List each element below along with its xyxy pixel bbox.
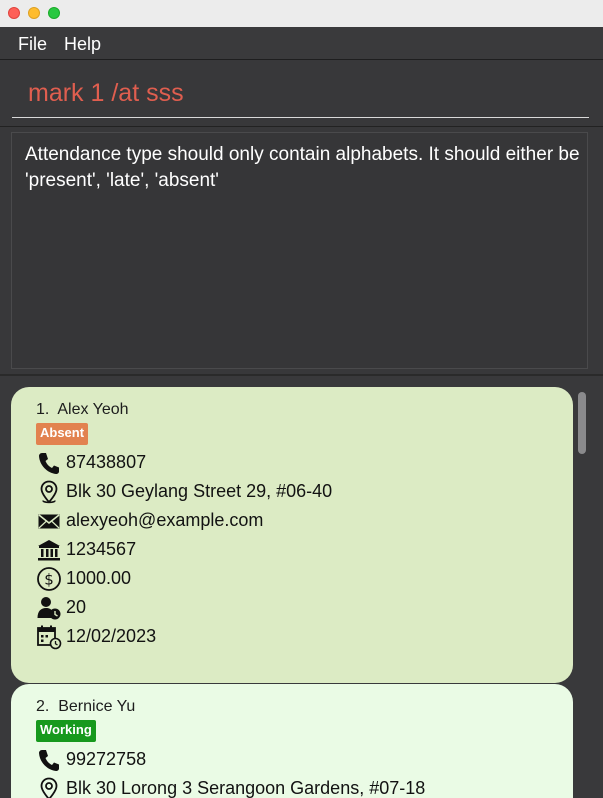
person-name: 2. Bernice Yu xyxy=(36,698,135,716)
attendance-badge: Working xyxy=(36,720,96,742)
person-index: 2. xyxy=(36,698,50,715)
attendance-badge: Absent xyxy=(36,423,89,445)
command-input[interactable]: mark 1 /at sss xyxy=(12,68,589,118)
person-name: 1. Alex Yeoh xyxy=(36,401,129,419)
close-window-button[interactable] xyxy=(8,7,20,19)
result-message: Attendance type should only contain alph… xyxy=(25,144,580,191)
command-input-text: mark 1 /at sss xyxy=(28,79,184,107)
window-titlebar xyxy=(0,0,603,27)
address-value: Blk 30 Geylang Street 29, #06-40 xyxy=(66,481,333,501)
salary-value: 1000.00 xyxy=(66,568,132,588)
dollar-circle-icon: $ xyxy=(37,567,61,591)
list-scrollbar[interactable] xyxy=(578,392,586,454)
menu-file[interactable]: File xyxy=(18,34,47,55)
bank-account-value: 1234567 xyxy=(66,539,137,559)
location-pin-icon xyxy=(40,480,58,504)
email-value: alexyeoh@example.com xyxy=(66,510,264,530)
person-card[interactable]: 2. Bernice Yu Working 99272758 Blk 30 Lo… xyxy=(11,684,573,798)
maximize-window-button[interactable] xyxy=(48,7,60,19)
phone-value: 87438807 xyxy=(66,452,147,472)
svg-text:$: $ xyxy=(44,571,54,589)
leaves-value: 20 xyxy=(66,597,87,617)
address-value: Blk 30 Lorong 3 Serangoon Gardens, #07-1… xyxy=(66,778,426,798)
person-list[interactable]: 1. Alex Yeoh Absent 87438807 Blk 30 Geyl… xyxy=(0,374,603,798)
calendar-clock-icon xyxy=(37,625,62,650)
phone-icon xyxy=(39,750,59,771)
phone-icon xyxy=(39,453,59,474)
result-display-area: Attendance type should only contain alph… xyxy=(0,126,603,374)
phone-value: 99272758 xyxy=(66,749,147,769)
person-name-text: Bernice Yu xyxy=(58,698,136,715)
command-box-area: mark 1 /at sss xyxy=(0,60,603,126)
location-pin-icon xyxy=(40,777,58,798)
menu-bar: File Help xyxy=(0,27,603,60)
person-index: 1. xyxy=(36,401,50,418)
person-card[interactable]: 1. Alex Yeoh Absent 87438807 Blk 30 Geyl… xyxy=(11,387,573,683)
user-clock-icon xyxy=(37,597,61,620)
minimize-window-button[interactable] xyxy=(28,7,40,19)
date-value: 12/02/2023 xyxy=(66,626,157,646)
envelope-icon xyxy=(38,514,60,529)
bank-icon xyxy=(38,540,60,561)
person-name-text: Alex Yeoh xyxy=(57,401,129,418)
menu-help[interactable]: Help xyxy=(64,34,101,55)
result-display[interactable]: Attendance type should only contain alph… xyxy=(11,132,588,369)
